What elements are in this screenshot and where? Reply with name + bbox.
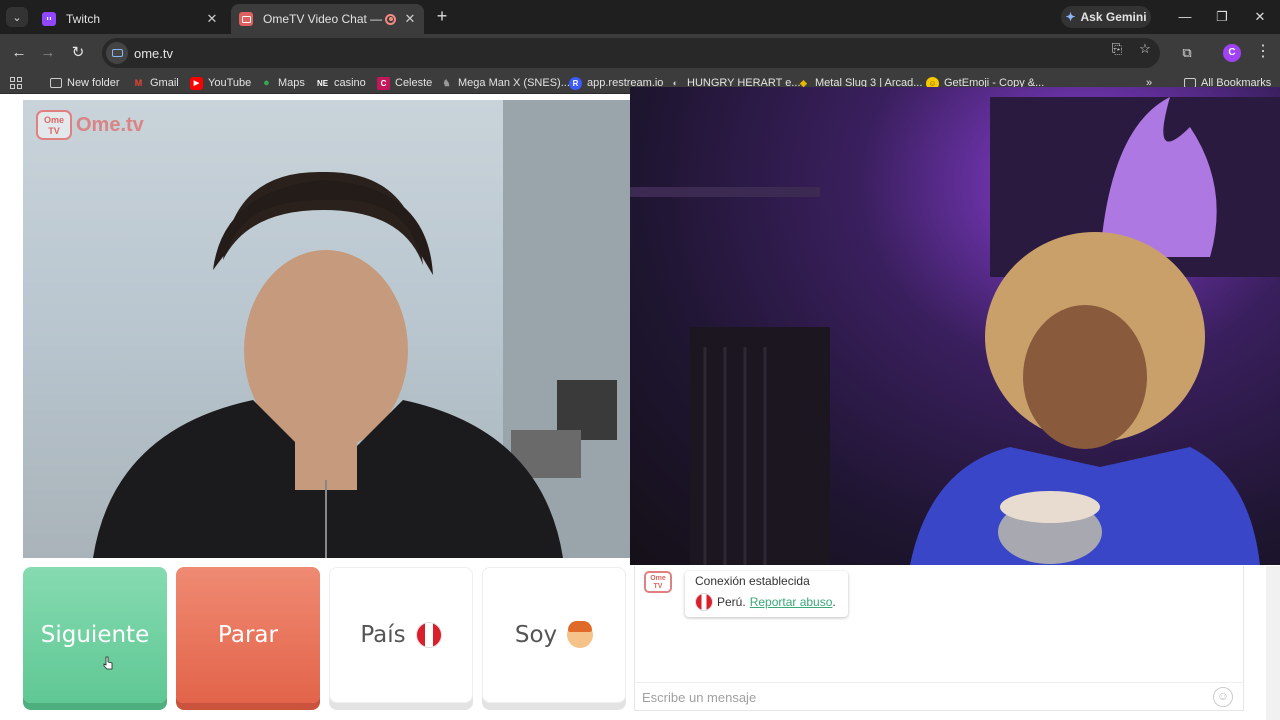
folder-icon — [50, 78, 62, 88]
message-composer: ☺ — [634, 682, 1244, 710]
maps-pin-icon: ● — [263, 77, 270, 89]
ometv-wordmark: Ome.tv — [76, 113, 144, 136]
emoji-picker-icon[interactable]: ☺ — [1213, 687, 1233, 707]
ometv-tv-icon: Ome TV — [36, 110, 72, 140]
ometv-logo[interactable]: Ome TV Ome.tv — [36, 108, 144, 142]
next-button-label: Siguiente — [40, 622, 150, 648]
ask-gemini-label: Ask Gemini — [1080, 10, 1147, 24]
stop-button-label: Parar — [218, 622, 278, 648]
message-input[interactable] — [642, 687, 1202, 707]
ask-gemini-button[interactable]: ✦ Ask Gemini — [1061, 6, 1151, 28]
bookmark-label: Gmail — [150, 77, 179, 89]
gender-select-button[interactable]: Soy — [482, 567, 626, 703]
casino-icon: NE — [316, 78, 329, 88]
close-tab-icon[interactable]: ✕ — [206, 11, 218, 27]
recording-icon — [385, 13, 396, 25]
profile-avatar[interactable]: C — [1223, 44, 1241, 62]
address-bar[interactable]: ome.tv — [102, 38, 1160, 68]
local-video — [23, 100, 630, 558]
browser-menu-icon[interactable]: ⋮ — [1255, 43, 1271, 63]
bookmark-maps[interactable]: ● Maps — [260, 75, 305, 91]
ometv-chat-avatar-icon: Ome TV — [644, 571, 672, 593]
tab-twitch[interactable]: Twitch ✕ — [34, 4, 226, 34]
gemini-sparkle-icon: ✦ — [1065, 10, 1076, 24]
new-tab-button[interactable]: + — [432, 6, 452, 26]
bookmark-youtube[interactable]: ▶ YouTube — [190, 75, 251, 91]
bookmark-megaman[interactable]: ♞ Mega Man X (SNES)... — [440, 75, 570, 91]
remote-video — [630, 87, 1280, 565]
country-button-label: País — [360, 622, 406, 648]
bookmark-celeste[interactable]: C Celeste — [377, 75, 432, 91]
minimize-icon[interactable]: — — [1176, 8, 1194, 26]
bookmark-casino[interactable]: NE casino — [316, 75, 366, 91]
gmail-icon: M — [134, 78, 143, 88]
celeste-icon: C — [377, 76, 390, 90]
tab-title: Twitch — [66, 12, 101, 26]
forward-arrow-icon[interactable]: → — [39, 44, 57, 62]
close-window-icon[interactable]: ✕ — [1251, 8, 1269, 26]
extensions-icon[interactable]: ⧉ — [1179, 45, 1195, 61]
browser-toolbar: ← → ↻ ome.tv ⎘ ☆ ⧉ C ⋮ — [0, 34, 1280, 72]
tab-title: OmeTV Video Chat — Ome — [263, 12, 385, 26]
report-abuse-link[interactable]: Reportar abuso — [750, 595, 833, 609]
report-suffix: . — [832, 595, 836, 609]
page-scrollbar[interactable] — [1266, 566, 1280, 720]
boy-emoji-icon — [567, 621, 594, 648]
bookmark-label: Maps — [278, 77, 305, 89]
partner-info: Perú. Reportar abuso. — [695, 593, 836, 611]
browser-tab-bar: ⌄ Twitch ✕ OmeTV Video Chat — Ome ✕ + ✦ … — [0, 0, 1280, 34]
gender-button-label: Soy — [514, 622, 558, 648]
url-text: ome.tv — [134, 45, 174, 61]
close-tab-icon[interactable]: ✕ — [404, 11, 416, 27]
bookmark-star-icon[interactable]: ☆ — [1137, 41, 1153, 57]
tab-ometv[interactable]: OmeTV Video Chat — Ome ✕ — [231, 4, 424, 34]
connection-message: Conexión establecida Perú. Reportar abus… — [685, 571, 848, 617]
next-button[interactable]: Siguiente — [23, 567, 167, 703]
connection-status-text: Conexión establecida — [695, 574, 810, 588]
youtube-icon: ▶ — [190, 76, 203, 90]
country-filter-button[interactable]: País — [329, 567, 473, 703]
back-arrow-icon[interactable]: ← — [10, 44, 28, 62]
bookmark-label: New folder — [67, 77, 120, 89]
bookmark-label: casino — [334, 77, 366, 89]
reload-icon[interactable]: ↻ — [69, 44, 87, 62]
bookmark-gmail[interactable]: M Gmail — [132, 75, 179, 91]
site-info-icon[interactable] — [106, 42, 128, 64]
stop-button[interactable]: Parar — [176, 567, 320, 703]
peru-flag-icon — [415, 622, 442, 648]
remote-video-scene — [630, 97, 1280, 565]
install-app-icon[interactable]: ⎘ — [1109, 41, 1125, 57]
peru-flag-icon — [695, 593, 713, 611]
local-video-scene — [93, 100, 630, 558]
bookmark-label: Mega Man X (SNES)... — [458, 77, 570, 89]
apps-grid-icon[interactable] — [10, 77, 22, 89]
ometv-favicon-icon — [239, 12, 253, 26]
bookmark-label: Celeste — [395, 77, 433, 89]
restream-icon: R — [569, 76, 582, 90]
megaman-icon: ♞ — [442, 77, 451, 88]
twitch-icon — [42, 12, 56, 26]
mouse-cursor-icon — [103, 656, 113, 670]
partner-country: Perú. — [717, 595, 746, 609]
bookmark-label: YouTube — [208, 77, 252, 89]
tab-search-button[interactable]: ⌄ — [6, 7, 28, 27]
maximize-icon[interactable]: ❐ — [1213, 8, 1231, 26]
bookmark-new-folder[interactable]: New folder — [50, 75, 120, 91]
